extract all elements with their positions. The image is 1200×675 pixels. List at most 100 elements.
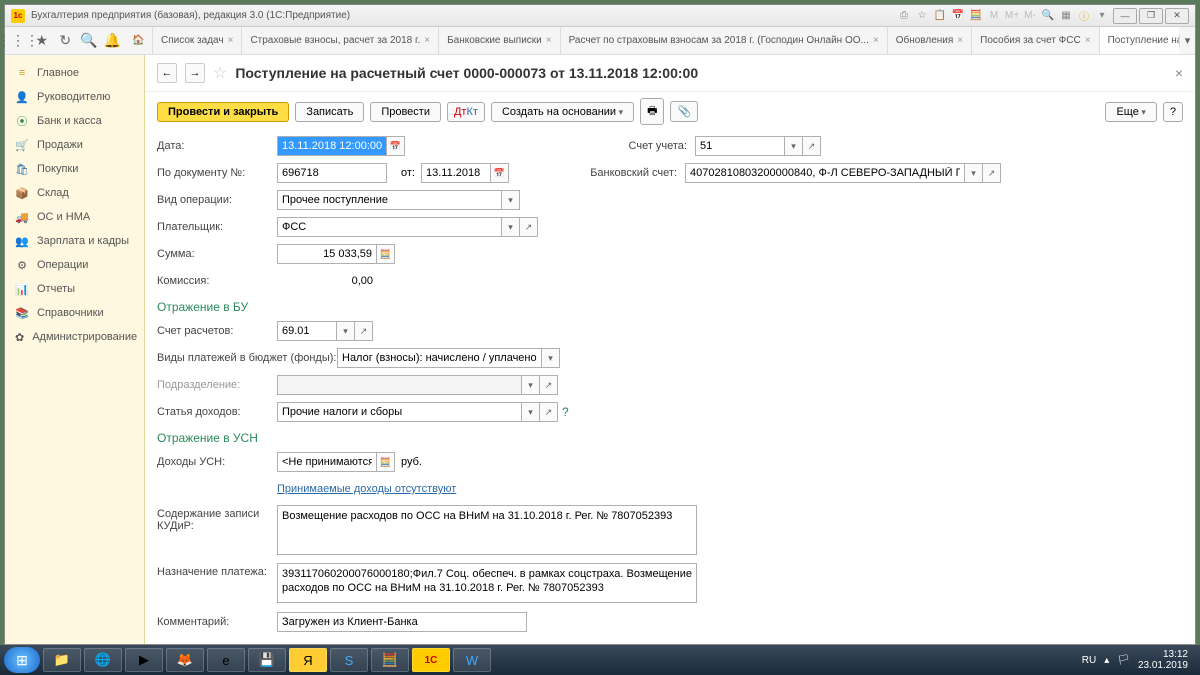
calendar-icon[interactable]: 📅 [387, 136, 405, 156]
sidebar-item-assets[interactable]: 🚚ОС и НМА [5, 205, 144, 229]
date-input[interactable] [277, 136, 387, 156]
dropdown-icon[interactable]: ▾ [502, 190, 520, 210]
account-input[interactable] [695, 136, 785, 156]
comment-input[interactable] [277, 612, 527, 632]
titlebar-icon[interactable]: 📅 [950, 9, 966, 23]
dropdown-icon[interactable]: ▾ [542, 348, 560, 368]
minimize-button[interactable]: — [1113, 8, 1137, 24]
attach-button[interactable]: 📎 [670, 101, 698, 122]
tab[interactable]: Банковские выписки× [439, 27, 561, 54]
dropdown-icon[interactable]: ▾ [502, 217, 520, 237]
sidebar-item-directories[interactable]: 📚Справочники [5, 301, 144, 325]
task-1c[interactable]: 1C [412, 648, 450, 672]
titlebar-icon[interactable]: 📋 [932, 9, 948, 23]
tab[interactable]: Список задач× [153, 27, 242, 54]
calculator-icon[interactable]: 🧮 [377, 244, 395, 264]
titlebar-icon[interactable]: M+ [1004, 9, 1020, 23]
tab[interactable]: Обновления× [888, 27, 972, 54]
nav-back-button[interactable]: ← [157, 63, 177, 83]
sidebar-item-operations[interactable]: ⚙Операции [5, 253, 144, 277]
titlebar-icon[interactable]: 🧮 [968, 9, 984, 23]
open-icon[interactable]: ↗ [803, 136, 821, 156]
tray-lang[interactable]: RU [1082, 655, 1096, 666]
titlebar-icon[interactable]: ⎙ [896, 9, 912, 23]
task-chrome[interactable]: 🌐 [84, 648, 122, 672]
sidebar-item-admin[interactable]: ✿Администрирование [5, 325, 144, 349]
tab-active[interactable]: Поступление на расчетный счет 0000-00007… [1100, 27, 1179, 54]
open-icon[interactable]: ↗ [520, 217, 538, 237]
bank-account-input[interactable] [685, 163, 965, 183]
write-button[interactable]: Записать [295, 102, 364, 122]
open-icon[interactable]: ↗ [540, 375, 558, 395]
bell-icon[interactable]: 🔔 [104, 32, 122, 50]
task-save[interactable]: 💾 [248, 648, 286, 672]
usn-link[interactable]: Принимаемые доходы отсутствуют [277, 483, 456, 495]
create-based-on-button[interactable]: Создать на основании [491, 102, 634, 122]
dt-kt-button[interactable]: ДтКт [447, 102, 485, 122]
tab[interactable]: Расчет по страховым взносам за 2018 г. (… [561, 27, 888, 54]
tabs-dropdown[interactable]: ▾ [1179, 34, 1195, 47]
tab-close-icon[interactable]: × [424, 35, 430, 46]
task-ie[interactable]: e [207, 648, 245, 672]
post-button[interactable]: Провести [370, 102, 441, 122]
start-button[interactable] [4, 647, 40, 673]
calendar-icon[interactable]: 📅 [491, 163, 509, 183]
tab-close-icon[interactable]: × [228, 35, 234, 46]
task-explorer[interactable]: 📁 [43, 648, 81, 672]
task-firefox[interactable]: 🦊 [166, 648, 204, 672]
dropdown-icon[interactable]: ▾ [522, 375, 540, 395]
docnum-input[interactable] [277, 163, 387, 183]
titlebar-icon[interactable]: ▦ [1058, 9, 1074, 23]
more-button[interactable]: Еще [1105, 102, 1156, 122]
close-button[interactable]: ✕ [1165, 8, 1189, 24]
task-calc[interactable]: 🧮 [371, 648, 409, 672]
sidebar-item-bank[interactable]: ⦿Банк и касса [5, 109, 144, 133]
payment-type-input[interactable] [337, 348, 542, 368]
sidebar-item-purchases[interactable]: 🛍Покупки [5, 157, 144, 181]
apps-icon[interactable]: ⋮⋮⋮ [9, 32, 27, 50]
settlement-account-input[interactable] [277, 321, 337, 341]
sidebar-item-main[interactable]: ≡Главное [5, 61, 144, 85]
tab[interactable]: Пособия за счет ФСС× [972, 27, 1099, 54]
usn-income-input[interactable] [277, 452, 377, 472]
titlebar-icon[interactable]: M [986, 9, 1002, 23]
dropdown-icon[interactable]: ▾ [965, 163, 983, 183]
payer-input[interactable] [277, 217, 502, 237]
sidebar-item-reports[interactable]: 📊Отчеты [5, 277, 144, 301]
star-icon[interactable]: ★ [33, 32, 51, 50]
print-button[interactable]: 🖶 [640, 98, 664, 125]
task-skype[interactable]: S [330, 648, 368, 672]
open-icon[interactable]: ↗ [540, 402, 558, 422]
open-icon[interactable]: ↗ [983, 163, 1001, 183]
tab-close-icon[interactable]: × [957, 35, 963, 46]
from-date-input[interactable] [421, 163, 491, 183]
sidebar-item-warehouse[interactable]: 📦Склад [5, 181, 144, 205]
titlebar-icon[interactable]: M- [1022, 9, 1038, 23]
nav-forward-button[interactable]: → [185, 63, 205, 83]
titlebar-icon[interactable]: 🔍 [1040, 9, 1056, 23]
post-and-close-button[interactable]: Провести и закрыть [157, 102, 289, 122]
favorite-star-icon[interactable]: ☆ [213, 63, 227, 83]
income-item-input[interactable] [277, 402, 522, 422]
history-icon[interactable]: ↻ [57, 32, 75, 50]
tab[interactable]: Страховые взносы, расчет за 2018 г.× [242, 27, 439, 54]
dropdown-icon[interactable]: ▾ [785, 136, 803, 156]
sum-input[interactable] [277, 244, 377, 264]
tab-close-icon[interactable]: × [873, 35, 879, 46]
task-media[interactable]: ▶ [125, 648, 163, 672]
tray-clock[interactable]: 13:12 23.01.2019 [1138, 649, 1188, 671]
purpose-textarea[interactable]: 393117060200076000180;Фил.7 Соц. обеспеч… [277, 563, 697, 603]
dropdown-icon[interactable]: ▾ [522, 402, 540, 422]
search-icon[interactable]: 🔍 [80, 32, 98, 50]
task-yandex[interactable]: Я [289, 648, 327, 672]
sidebar-item-sales[interactable]: 🛒Продажи [5, 133, 144, 157]
dropdown-icon[interactable]: ▾ [337, 321, 355, 341]
info-icon[interactable]: ⓘ [1076, 9, 1092, 23]
sidebar-item-manager[interactable]: 👤Руководителю [5, 85, 144, 109]
document-close-icon[interactable]: × [1175, 65, 1183, 81]
kudir-textarea[interactable]: Возмещение расходов по ОСС на ВНиМ на 31… [277, 505, 697, 555]
tab-close-icon[interactable]: × [1085, 35, 1091, 46]
titlebar-icon[interactable]: ☆ [914, 9, 930, 23]
operation-type-input[interactable] [277, 190, 502, 210]
help-icon[interactable]: ? [562, 405, 569, 419]
